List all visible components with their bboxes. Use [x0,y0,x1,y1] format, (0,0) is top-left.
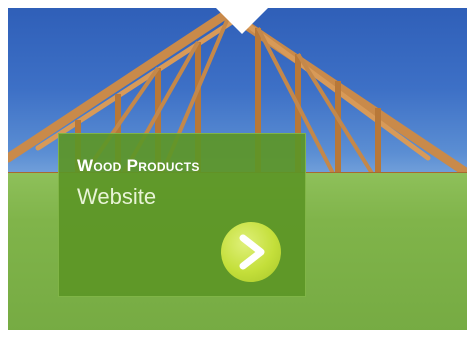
chevron-right-icon [239,234,265,270]
panel-title: Wood Products [77,156,200,175]
go-button[interactable] [221,222,281,282]
wood-products-banner[interactable]: Wood Products Website [8,8,467,330]
panel-subtitle: Website [77,184,157,209]
cta-panel[interactable]: Wood Products Website [58,133,306,297]
top-pointer-notch [216,8,268,34]
